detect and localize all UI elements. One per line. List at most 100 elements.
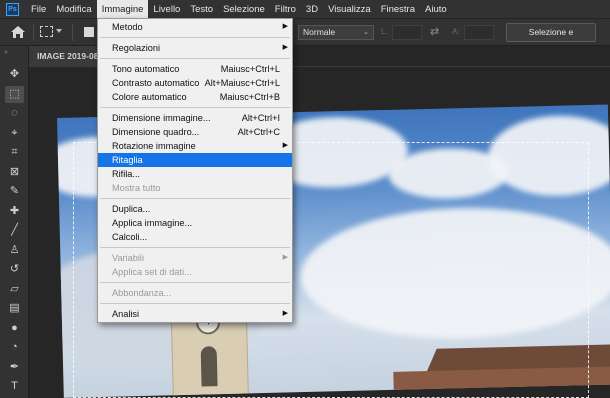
menu-visualizza[interactable]: Visualizza	[323, 0, 376, 19]
options-divider	[33, 24, 34, 41]
chevron-down-icon: ⌄	[363, 29, 369, 36]
menu-item-shortcut: Alt+Maiusc+Ctrl+L	[204, 78, 280, 88]
move-icon[interactable]: ✥	[5, 66, 24, 83]
menu-item-label: Regolazioni	[112, 43, 161, 53]
menu-item-tono-automatico[interactable]: Tono automatico Maiusc+Ctrl+L	[98, 62, 292, 76]
brush-icon[interactable]: ╱	[5, 222, 24, 239]
menu-item-label: Mostra tutto	[112, 183, 161, 193]
cloud	[487, 114, 610, 198]
menu-item-analisi[interactable]: Analisi ▶	[98, 307, 292, 321]
image-menu-dropdown: Metodo ▶ Regolazioni ▶ Tono automatico Maiusc…	[97, 18, 293, 323]
menu-immagine[interactable]: Immagine	[96, 0, 149, 19]
menu-item-regolazioni[interactable]: Regolazioni ▶	[98, 41, 292, 55]
menu-separator	[100, 198, 290, 199]
menu-separator	[100, 58, 290, 59]
rect-marquee-icon[interactable]: ⬚	[5, 85, 24, 103]
photoshop-logo: Ps	[6, 2, 19, 16]
submenu-arrow-icon: ▶	[282, 310, 288, 317]
dodge-icon[interactable]: ◔	[5, 339, 24, 356]
menu-item-label: Dimensione quadro...	[112, 127, 200, 137]
menu-separator	[100, 282, 290, 283]
blend-mode-select[interactable]: Normale ⌄	[298, 25, 374, 40]
menu-item-abbondanza: Abbondanza...	[98, 286, 292, 300]
width-field[interactable]	[392, 25, 422, 40]
menu-item-ritaglia[interactable]: Ritaglia	[98, 153, 292, 167]
height-label: A:	[452, 27, 460, 36]
menu-modifica[interactable]: Modifica	[51, 0, 96, 19]
menu-selezione[interactable]: Selezione	[218, 0, 270, 19]
menu-bar: Ps File Modifica Immagine Livello Testo Selez…	[0, 0, 610, 19]
swap-icon[interactable]: ⇄	[430, 25, 439, 38]
menu-item-label: Variabili	[112, 253, 144, 263]
chevron-down-icon[interactable]	[56, 29, 62, 33]
menu-item-label: Metodo	[112, 22, 143, 32]
eraser-icon[interactable]: ▱	[5, 281, 24, 298]
height-field[interactable]	[464, 25, 494, 40]
menu-item-label: Rotazione immagine	[112, 141, 196, 151]
menu-finestra[interactable]: Finestra	[376, 0, 420, 19]
menu-item-label: Colore automatico	[112, 92, 187, 102]
menu-filtro[interactable]: Filtro	[270, 0, 301, 19]
crop-icon[interactable]: ⌗	[5, 144, 24, 161]
menu-separator	[100, 303, 290, 304]
menu-item-dimensione-quadro[interactable]: Dimensione quadro... Alt+Ctrl+C	[98, 125, 292, 139]
frame-icon[interactable]: ⊠	[5, 164, 24, 181]
menu-separator	[100, 247, 290, 248]
menu-separator	[100, 37, 290, 38]
gradient-icon[interactable]: ▤	[5, 300, 24, 317]
lasso-icon[interactable]: ◌	[5, 105, 24, 122]
menu-item-colore-automatico[interactable]: Colore automatico Maiusc+Ctrl+B	[98, 90, 292, 104]
menu-item-shortcut: Alt+Ctrl+C	[237, 127, 280, 137]
home-icon[interactable]	[10, 25, 26, 39]
submenu-arrow-icon: ▶	[282, 23, 288, 30]
panel-collapse-icon[interactable]: »	[4, 49, 9, 56]
menu-file[interactable]: File	[26, 0, 51, 19]
marquee-preset-icon[interactable]	[40, 26, 53, 37]
options-bar: Normale ⌄ L: ⇄ A: Selezione e maschera..…	[0, 19, 610, 54]
menu-testo[interactable]: Testo	[185, 0, 218, 19]
menu-item-shortcut: Alt+Ctrl+I	[241, 113, 280, 123]
new-selection-icon[interactable]	[84, 27, 94, 37]
tools-panel: » ✥ ⬚ ◌ ⌖ ⌗ ⊠ ✎ ✚ ╱ ♙ ↺ ▱ ▤ ● ◔ ✒ T	[0, 46, 29, 398]
width-label: L:	[381, 27, 388, 36]
options-divider	[72, 24, 73, 41]
healing-brush-icon[interactable]: ✚	[5, 203, 24, 220]
blend-mode-value: Normale	[303, 27, 336, 37]
menu-item-label: Applica immagine...	[112, 218, 193, 228]
menu-item-calcoli[interactable]: Calcoli...	[98, 230, 292, 244]
submenu-arrow-icon: ▶	[282, 142, 288, 149]
menu-item-shortcut: Maiusc+Ctrl+L	[220, 64, 280, 74]
menu-item-label: Contrasto automatico	[112, 78, 200, 88]
menu-item-variabili: Variabili ▶	[98, 251, 292, 265]
cloud	[299, 204, 610, 343]
menu-items: File Modifica Immagine Livello Testo Selezion…	[26, 0, 452, 19]
menu-item-label: Applica set di dati...	[112, 267, 192, 277]
quick-select-icon[interactable]: ⌖	[5, 125, 24, 142]
eyedropper-icon[interactable]: ✎	[5, 183, 24, 200]
menu-item-label: Ritaglia	[112, 155, 143, 165]
pen-icon[interactable]: ✒	[5, 359, 24, 376]
menu-item-applica-set-di-dati: Applica set di dati...	[98, 265, 292, 279]
menu-aiuto[interactable]: Aiuto	[420, 0, 452, 19]
menu-3d[interactable]: 3D	[301, 0, 323, 19]
menu-item-dimensione-immagine[interactable]: Dimensione immagine... Alt+Ctrl+I	[98, 111, 292, 125]
menu-item-rifila[interactable]: Rifila...	[98, 167, 292, 181]
menu-item-label: Dimensione immagine...	[112, 113, 211, 123]
menu-item-contrasto-automatico[interactable]: Contrasto automatico Alt+Maiusc+Ctrl+L	[98, 76, 292, 90]
menu-item-rotazione-immagine[interactable]: Rotazione immagine ▶	[98, 139, 292, 153]
menu-item-label: Duplica...	[112, 204, 151, 214]
menu-separator	[100, 107, 290, 108]
menu-livello[interactable]: Livello	[148, 0, 185, 19]
menu-item-label: Abbondanza...	[112, 288, 172, 298]
menu-item-metodo[interactable]: Metodo ▶	[98, 20, 292, 34]
menu-item-label: Rifila...	[112, 169, 141, 179]
menu-item-applica-immagine[interactable]: Applica immagine...	[98, 216, 292, 230]
menu-item-duplica[interactable]: Duplica...	[98, 202, 292, 216]
select-and-mask-button[interactable]: Selezione e maschera...	[506, 23, 596, 54]
history-brush-icon[interactable]: ↺	[5, 261, 24, 278]
submenu-arrow-icon: ▶	[282, 254, 288, 261]
clone-stamp-icon[interactable]: ♙	[5, 242, 24, 259]
blur-icon[interactable]: ●	[5, 320, 24, 337]
type-icon[interactable]: T	[5, 378, 24, 395]
submenu-arrow-icon: ▶	[282, 44, 288, 51]
